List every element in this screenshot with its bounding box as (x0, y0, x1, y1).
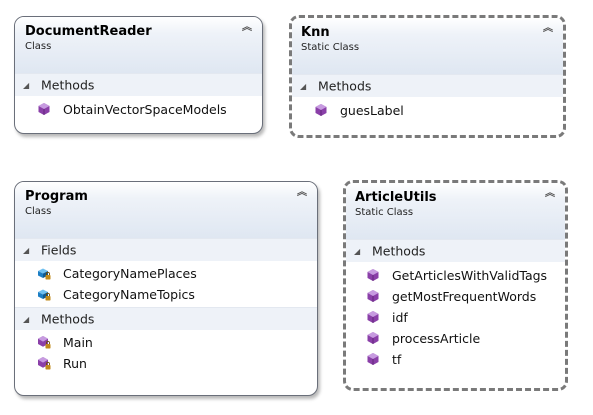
collapse-chevron-icon[interactable]: ︽ (297, 187, 307, 199)
member-name: Main (63, 335, 93, 350)
private-method-icon (38, 357, 51, 370)
expand-triangle-icon[interactable]: ◢ (23, 75, 41, 97)
private-field-icon (38, 268, 51, 280)
member-item[interactable]: CategoryNamePlaces (15, 263, 317, 284)
compartment-label: Methods (41, 311, 95, 327)
shape-header[interactable]: DocumentReader Class ︽ (15, 17, 262, 73)
compartment-label: Methods (41, 77, 95, 93)
class-name: ArticleUtils (355, 190, 437, 205)
member-item[interactable]: tf (346, 349, 565, 370)
class-name: Program (25, 189, 88, 204)
method-icon (367, 332, 379, 344)
collapse-chevron-icon[interactable]: ︽ (242, 22, 252, 34)
member-item[interactable]: idf (346, 307, 565, 328)
member-name: CategoryNamePlaces (63, 266, 197, 281)
collapse-chevron-icon[interactable]: ︽ (545, 188, 555, 200)
member-item[interactable]: Main (15, 332, 317, 353)
member-item[interactable]: guesLabel (292, 100, 563, 121)
member-name: ObtainVectorSpaceModels (63, 102, 227, 117)
class-stereotype: Class (25, 41, 52, 52)
compartment-header-methods[interactable]: ◢ Methods (15, 73, 262, 96)
member-name: guesLabel (340, 103, 404, 118)
method-icon (315, 104, 327, 116)
member-item[interactable]: GetArticlesWithValidTags (346, 265, 565, 286)
expand-triangle-icon[interactable]: ◢ (23, 240, 41, 262)
member-item[interactable]: getMostFrequentWords (346, 286, 565, 307)
class-shape-articleutils[interactable]: ArticleUtils Static Class ︽ ◢ Methods Get… (343, 180, 568, 391)
private-field-icon (38, 289, 51, 301)
expand-triangle-icon[interactable]: ◢ (300, 76, 318, 98)
compartment-header-fields[interactable]: ◢ Fields (15, 238, 317, 261)
member-name: CategoryNameTopics (63, 287, 195, 302)
members-list: GetArticlesWithValidTags getMostFrequent… (346, 262, 565, 372)
class-name: Knn (301, 25, 330, 40)
shape-header[interactable]: Program Class ︽ (15, 182, 317, 238)
member-name: getMostFrequentWords (392, 289, 537, 304)
class-stereotype: Class (25, 206, 52, 217)
class-name: DocumentReader (25, 24, 152, 39)
members-list: guesLabel (292, 97, 563, 125)
method-icon (38, 103, 50, 115)
method-icon (367, 353, 379, 365)
class-stereotype: Static Class (301, 42, 360, 53)
method-icon (367, 290, 379, 302)
member-name: GetArticlesWithValidTags (392, 268, 548, 283)
member-item[interactable]: Run (15, 353, 317, 374)
collapse-chevron-icon[interactable]: ︽ (543, 23, 553, 35)
compartment-label: Methods (318, 78, 372, 94)
member-name: Run (63, 356, 87, 371)
member-name: tf (392, 352, 402, 367)
members-list: Main Run (15, 330, 317, 376)
expand-triangle-icon[interactable]: ◢ (354, 241, 372, 263)
private-method-icon (38, 336, 51, 349)
shape-header[interactable]: Knn Static Class ︽ (292, 18, 563, 74)
method-icon (367, 269, 379, 281)
compartment-label: Fields (41, 242, 77, 258)
members-list: CategoryNamePlaces CategoryNameTopics (15, 261, 317, 307)
member-item[interactable]: CategoryNameTopics (15, 284, 317, 305)
class-shape-documentreader[interactable]: DocumentReader Class ︽ ◢ Methods ObtainVe… (14, 16, 263, 134)
compartment-header-methods[interactable]: ◢ Methods (346, 239, 565, 262)
shape-header[interactable]: ArticleUtils Static Class ︽ (346, 183, 565, 239)
members-list: ObtainVectorSpaceModels (15, 96, 262, 124)
class-stereotype: Static Class (355, 207, 414, 218)
member-name: idf (392, 310, 408, 325)
member-item[interactable]: processArticle (346, 328, 565, 349)
compartment-header-methods[interactable]: ◢ Methods (15, 307, 317, 330)
class-shape-knn[interactable]: Knn Static Class ︽ ◢ Methods guesLabel (289, 15, 566, 138)
member-item[interactable]: ObtainVectorSpaceModels (15, 99, 262, 120)
method-icon (367, 311, 379, 323)
compartment-header-methods[interactable]: ◢ Methods (292, 74, 563, 97)
member-name: processArticle (392, 331, 481, 346)
compartment-label: Methods (372, 243, 426, 259)
expand-triangle-icon[interactable]: ◢ (23, 309, 41, 331)
class-shape-program[interactable]: Program Class ︽ ◢ Fields CategoryNamePlac… (14, 181, 318, 396)
